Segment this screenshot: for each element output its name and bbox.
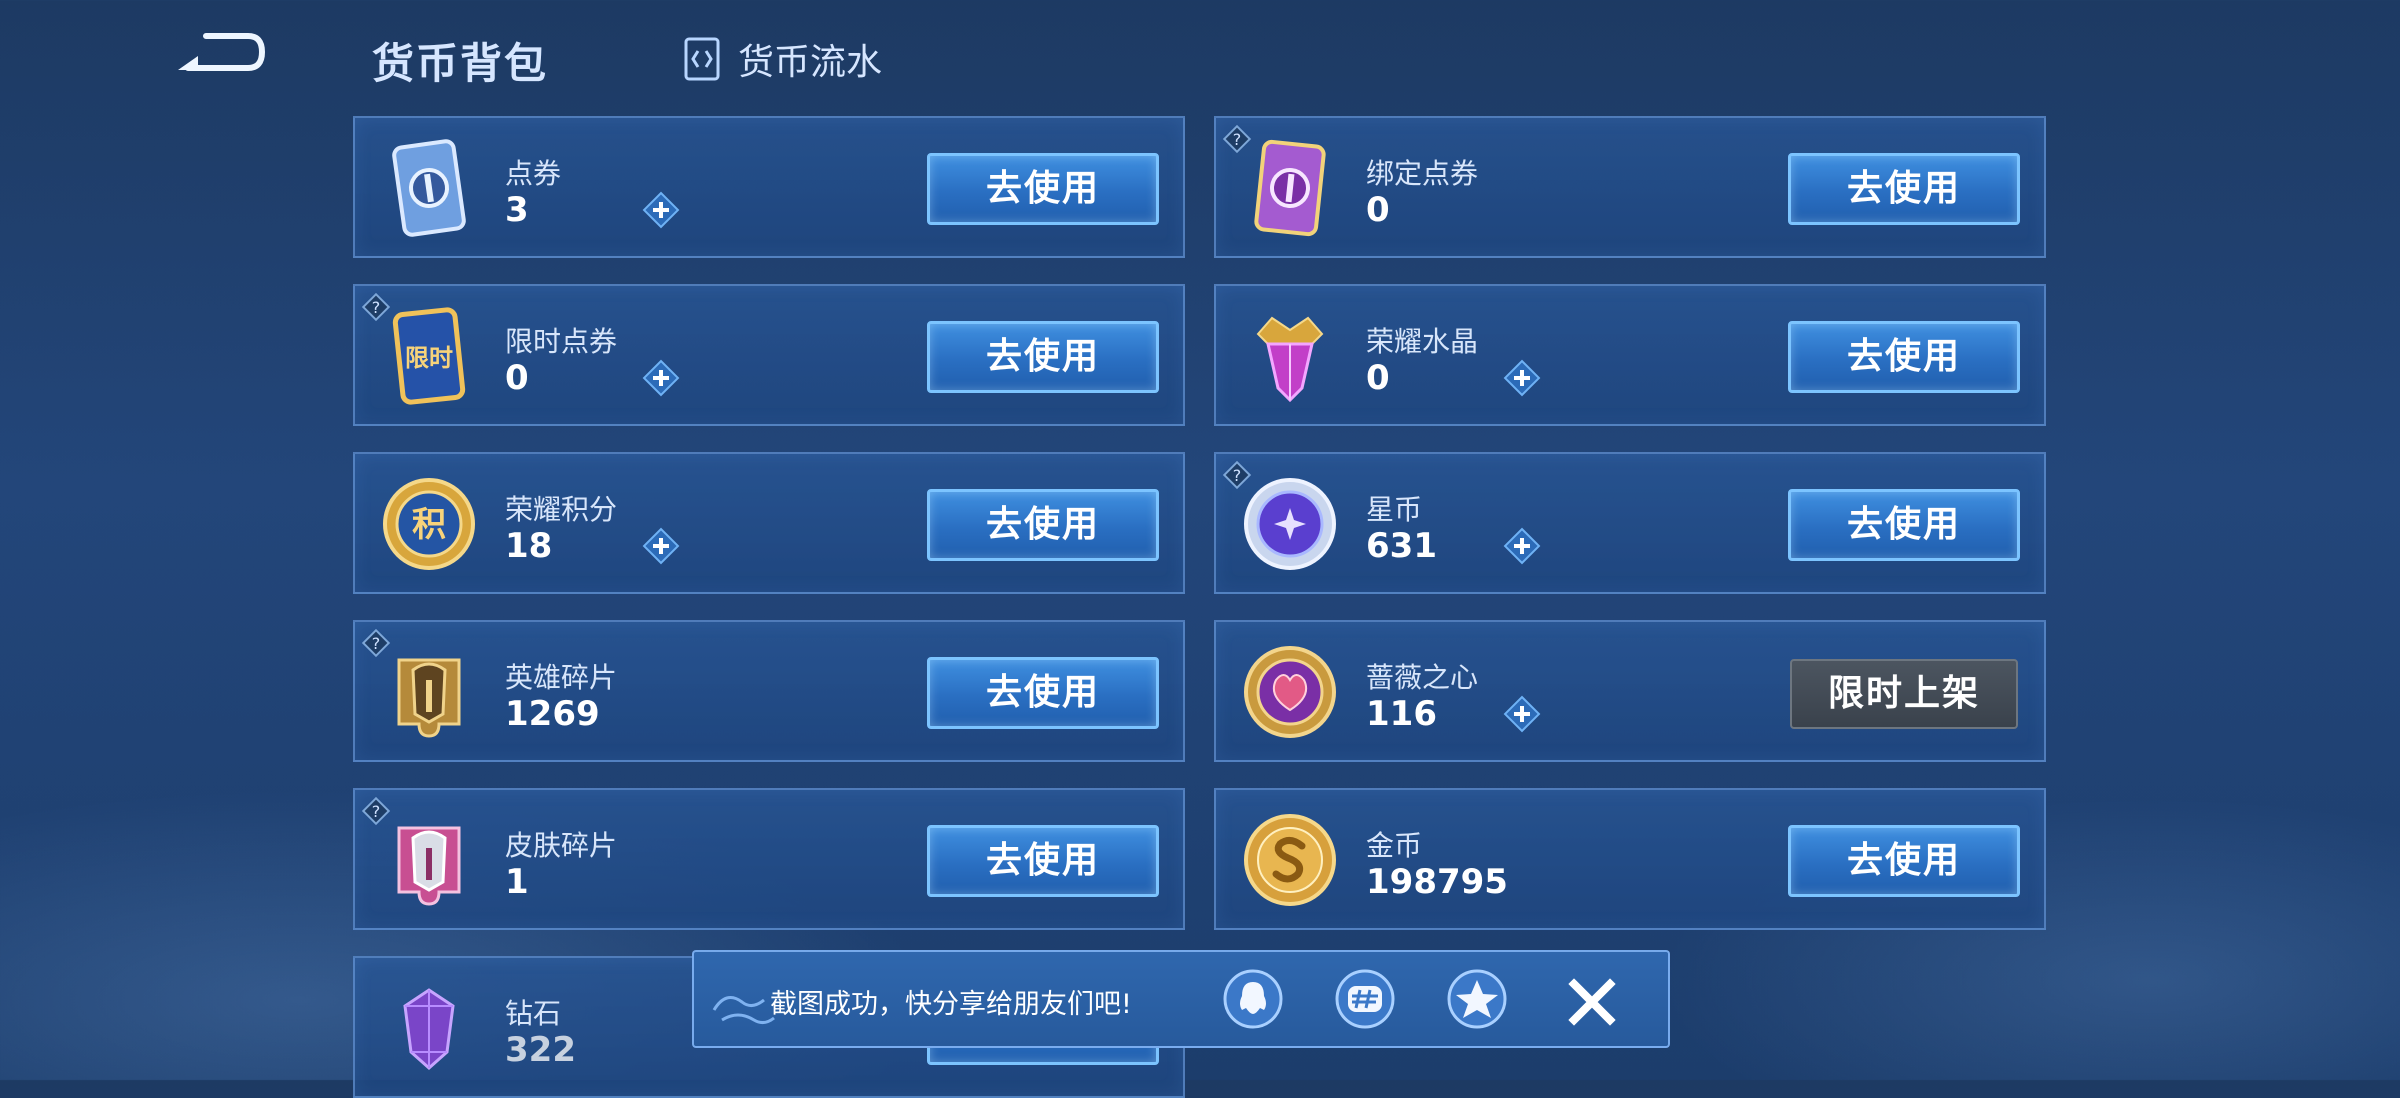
page-title: 货币背包 bbox=[372, 39, 549, 88]
points-glyph: 积 bbox=[412, 505, 446, 545]
currency-amount: 3 bbox=[505, 190, 529, 230]
currency-name: 金币 bbox=[1366, 829, 1423, 862]
currency-card-voucher: 点券 3 去使用 bbox=[353, 116, 1185, 258]
back-icon[interactable] bbox=[168, 30, 268, 84]
use-button[interactable]: 去使用 bbox=[927, 657, 1159, 729]
currency-name: 星币 bbox=[1366, 493, 1423, 526]
currency-amount: 322 bbox=[505, 1030, 576, 1070]
voucher-icon bbox=[392, 139, 466, 237]
currency-name: 钻石 bbox=[505, 997, 562, 1030]
add-icon[interactable] bbox=[641, 190, 681, 230]
add-icon[interactable] bbox=[641, 526, 681, 566]
limited-time-button[interactable]: 限时上架 bbox=[1790, 659, 2018, 729]
currency-amount: 1 bbox=[505, 862, 529, 902]
currency-amount: 0 bbox=[505, 358, 529, 398]
currency-name: 荣耀水晶 bbox=[1366, 325, 1479, 358]
use-button[interactable]: 去使用 bbox=[927, 321, 1159, 393]
currency-card-limited-voucher: ? 限时 限时点券 0 去使用 bbox=[353, 284, 1185, 426]
add-icon[interactable] bbox=[1502, 526, 1542, 566]
star-coin-icon bbox=[1244, 478, 1336, 570]
skin-fragment-icon bbox=[397, 826, 461, 906]
currency-flow-icon bbox=[684, 37, 720, 81]
rose-heart-icon bbox=[1244, 646, 1336, 738]
currency-card-star-coin: ? 星币 631 去使用 bbox=[1214, 452, 2046, 594]
currency-name: 限时点券 bbox=[505, 325, 618, 358]
currency-name: 英雄碎片 bbox=[505, 661, 618, 694]
currency-amount: 116 bbox=[1366, 694, 1437, 734]
wechat-share-icon[interactable] bbox=[1334, 968, 1396, 1030]
currency-amount: 0 bbox=[1366, 358, 1390, 398]
limited-voucher-icon: 限时 bbox=[392, 307, 466, 405]
share-message: 截图成功，快分享给朋友们吧! bbox=[770, 989, 1132, 1020]
currency-name: 荣耀积分 bbox=[505, 493, 618, 526]
use-button[interactable]: 去使用 bbox=[927, 825, 1159, 897]
currency-amount: 18 bbox=[505, 526, 553, 566]
currency-card-skin-fragment: ? 皮肤碎片 1 去使用 bbox=[353, 788, 1185, 930]
currency-card-glory-crystal: 荣耀水晶 0 去使用 bbox=[1214, 284, 2046, 426]
use-button[interactable]: 去使用 bbox=[1788, 321, 2020, 393]
currency-amount: 631 bbox=[1366, 526, 1437, 566]
qzone-share-icon[interactable] bbox=[1446, 968, 1508, 1030]
currency-amount: 1269 bbox=[505, 694, 600, 734]
hero-fragment-icon bbox=[397, 658, 461, 738]
currency-name: 点券 bbox=[505, 157, 562, 190]
currency-name: 皮肤碎片 bbox=[505, 829, 618, 862]
currency-flow-tab[interactable]: 货币流水 bbox=[682, 34, 882, 84]
currency-card-rose-heart: 蔷薇之心 116 限时上架 bbox=[1214, 620, 2046, 762]
add-icon[interactable] bbox=[1502, 358, 1542, 398]
currency-amount: 198795 bbox=[1366, 862, 1508, 902]
currency-card-gold: 金币 198795 去使用 bbox=[1214, 788, 2046, 930]
gold-coin-icon bbox=[1244, 814, 1336, 906]
use-button[interactable]: 去使用 bbox=[927, 489, 1159, 561]
bound-voucher-icon bbox=[1254, 139, 1326, 237]
qq-share-icon[interactable] bbox=[1222, 968, 1284, 1030]
currency-amount: 0 bbox=[1366, 190, 1390, 230]
currency-card-hero-fragment: ? 英雄碎片 1269 去使用 bbox=[353, 620, 1185, 762]
use-button[interactable]: 去使用 bbox=[927, 153, 1159, 225]
diamond-icon bbox=[403, 988, 455, 1071]
add-icon[interactable] bbox=[1502, 694, 1542, 734]
share-toast: 截图成功，快分享给朋友们吧! bbox=[692, 950, 1670, 1048]
currency-card-bound-voucher: ? 绑定点券 0 去使用 bbox=[1214, 116, 2046, 258]
currency-name: 绑定点券 bbox=[1366, 157, 1479, 190]
currency-name: 蔷薇之心 bbox=[1366, 661, 1479, 694]
close-icon[interactable] bbox=[1564, 974, 1620, 1030]
glory-crystal-icon bbox=[1256, 316, 1324, 403]
cloud-swirl-icon bbox=[712, 996, 775, 1025]
glory-points-icon: 积 bbox=[383, 478, 475, 570]
limited-voucher-glyph: 限时 bbox=[405, 344, 453, 372]
use-button[interactable]: 去使用 bbox=[1788, 825, 2020, 897]
add-icon[interactable] bbox=[641, 358, 681, 398]
use-button[interactable]: 去使用 bbox=[1788, 153, 2020, 225]
currency-flow-label: 货币流水 bbox=[738, 42, 883, 83]
use-button[interactable]: 去使用 bbox=[1788, 489, 2020, 561]
currency-card-glory-points: 积 荣耀积分 18 去使用 bbox=[353, 452, 1185, 594]
